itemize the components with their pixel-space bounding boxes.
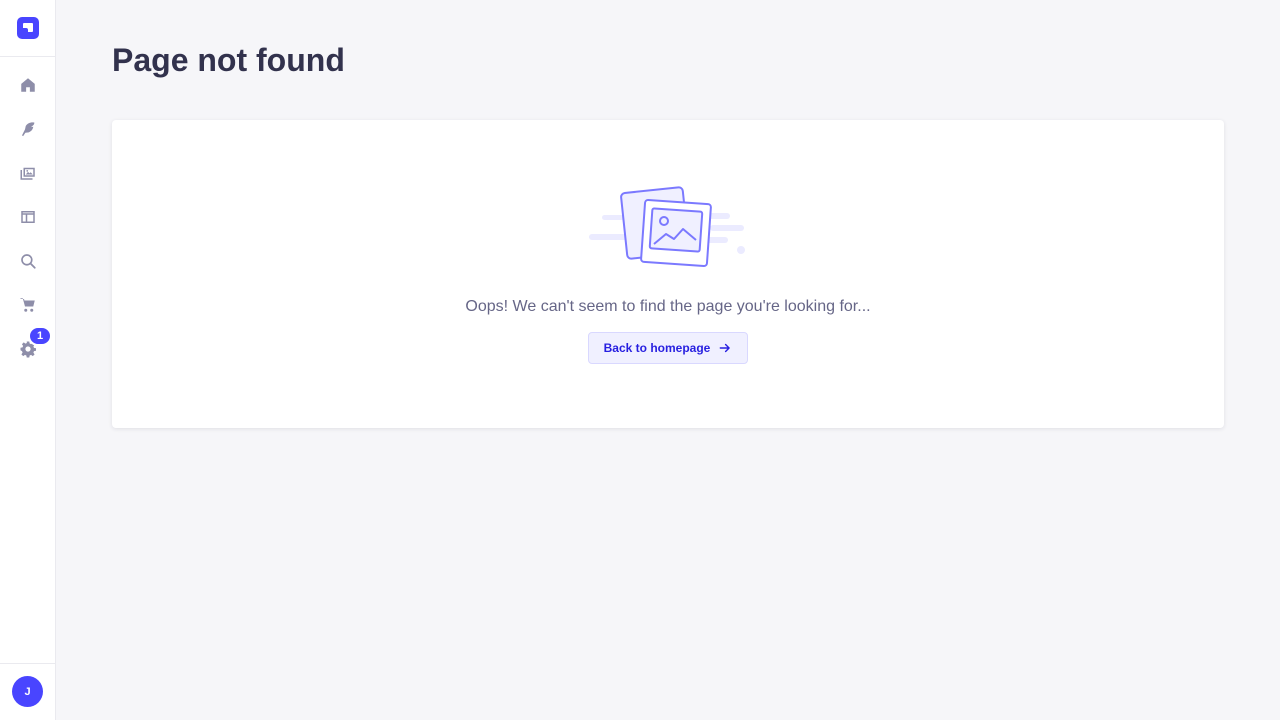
- settings-notification-badge: 1: [28, 326, 52, 346]
- app-logo-icon[interactable]: [17, 17, 39, 39]
- sidebar-item-content-type-builder[interactable]: [12, 113, 44, 145]
- sidebar-bottom-divider: [0, 663, 55, 664]
- back-to-homepage-button[interactable]: Back to homepage: [588, 332, 748, 364]
- not-found-card: Oops! We can't seem to find the page you…: [112, 120, 1224, 428]
- sidebar-item-content-manager[interactable]: [12, 201, 44, 233]
- sidebar-item-marketplace[interactable]: [12, 289, 44, 321]
- search-icon: [21, 254, 36, 269]
- home-icon: [21, 78, 35, 92]
- sidebar-item-search[interactable]: [12, 245, 44, 277]
- sidebar-divider: [0, 56, 55, 57]
- images-icon: [20, 167, 35, 180]
- feather-icon: [22, 122, 35, 137]
- sidebar-item-home[interactable]: [12, 69, 44, 101]
- user-avatar[interactable]: J: [12, 676, 43, 707]
- sidebar-item-media-library[interactable]: [12, 157, 44, 189]
- back-to-homepage-label: Back to homepage: [603, 341, 711, 355]
- arrow-right-icon: [719, 343, 731, 353]
- sidebar: 1 J: [0, 0, 56, 720]
- layout-icon: [21, 211, 35, 223]
- page-title: Page not found: [112, 42, 345, 78]
- not-found-message: Oops! We can't seem to find the page you…: [465, 298, 871, 315]
- cart-icon: [20, 298, 35, 312]
- broken-image-illustration: [589, 186, 745, 268]
